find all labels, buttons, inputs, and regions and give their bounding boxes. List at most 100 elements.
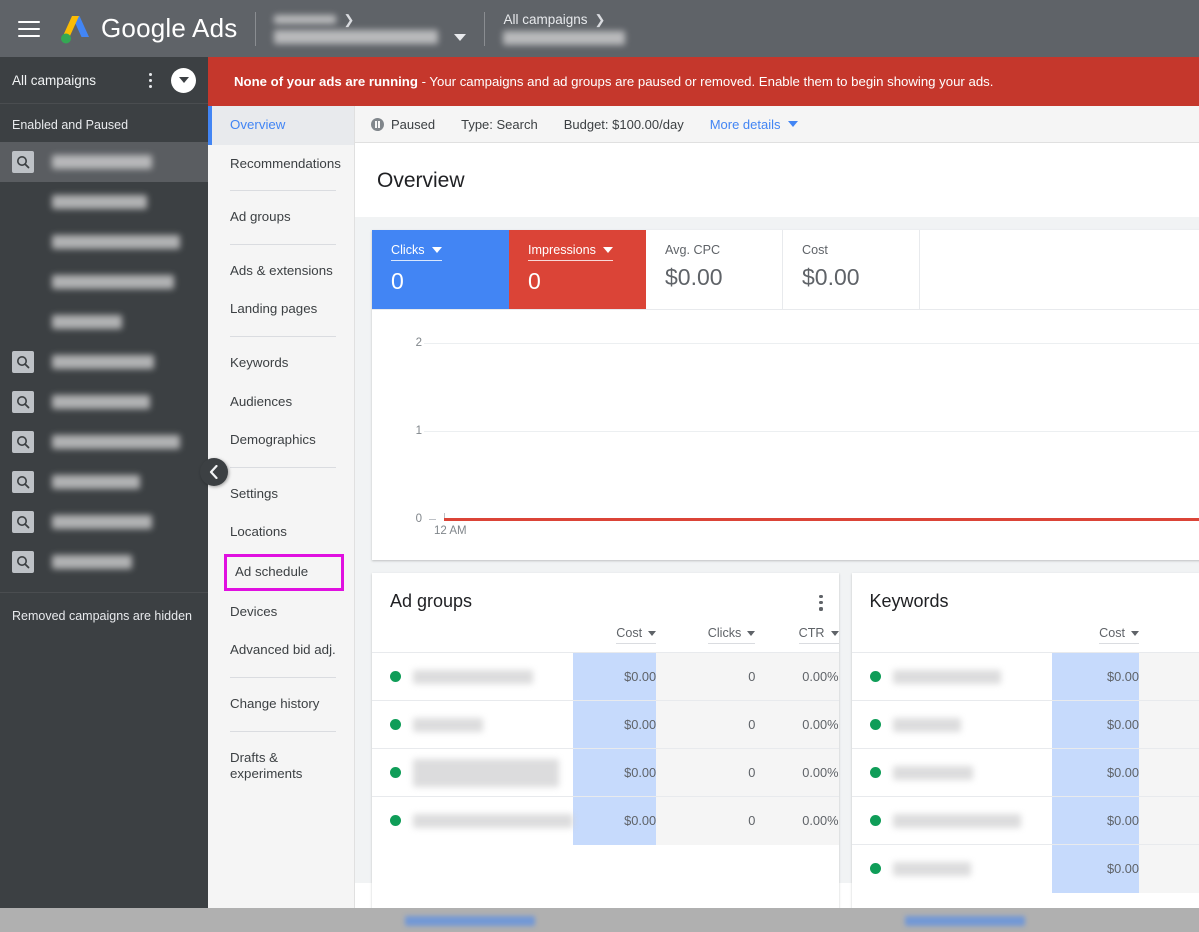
campaign-list-item[interactable]: ██ ██████████ xyxy=(0,542,208,582)
table-row[interactable]: ███████ █████████ ██████$0.0000.00% xyxy=(372,749,839,797)
removed-campaigns-note: Removed campaigns are hidden xyxy=(0,592,208,639)
nav-item-keywords[interactable]: Keywords xyxy=(208,344,354,383)
campaign-crumb-top-row[interactable]: All campaigns ❯ xyxy=(503,12,625,27)
header-divider-2 xyxy=(484,12,485,46)
search-campaign-icon xyxy=(12,471,34,493)
keyword-cost-cell: $0.00 xyxy=(1052,797,1140,845)
metric-card-cost[interactable]: Cost $0.00 xyxy=(783,230,920,309)
ad-group-clicks-cell: 0 xyxy=(656,653,755,701)
campaign-crumb-value-row[interactable]: ███, ██, █████████ xyxy=(503,31,625,45)
col-header-cost[interactable]: Cost xyxy=(1052,612,1140,653)
campaign-list-item[interactable]: ██████ █████████ ████ xyxy=(0,262,208,302)
table-row[interactable]: "██ ████████"$0.00 xyxy=(852,845,1199,893)
campaign-list-item-label: ██████ █████████ ████ xyxy=(52,275,174,289)
chevron-down-icon xyxy=(179,77,189,83)
metric-card-avg-cpc[interactable]: Avg. CPC$0.00 xyxy=(646,230,783,309)
table-row[interactable]: ███████ █████████ ████$0.0000.00% xyxy=(372,797,839,845)
campaign-panel-kebab-icon[interactable] xyxy=(141,73,159,88)
ad-group-clicks-cell: 0 xyxy=(656,797,755,845)
keyword-cost-cell: $0.00 xyxy=(1052,701,1140,749)
table-row[interactable]: ███████ ██ ██████$0.0000.00% xyxy=(372,653,839,701)
campaign-list-item[interactable]: ██████ ████████ xyxy=(0,462,208,502)
table-row[interactable]: "███████████ █████"$0.00 xyxy=(852,653,1199,701)
keywords-table-body: "███████████ █████"$0.00"██ ███████"$0.0… xyxy=(852,653,1199,893)
metric-chevron-down-icon[interactable] xyxy=(432,247,442,253)
campaign-type-label: Type: Search xyxy=(461,117,538,132)
nav-item-advanced-bid-adj[interactable]: Advanced bid adj. xyxy=(208,631,354,670)
nav-item-locations[interactable]: Locations xyxy=(208,513,354,552)
panel-collapse-handle[interactable] xyxy=(200,458,228,486)
metric-label[interactable]: Impressions xyxy=(528,243,613,261)
nav-item-ad-schedule[interactable]: Ad schedule xyxy=(224,554,344,591)
view-all-ad-groups-link[interactable] xyxy=(405,916,535,926)
campaign-nav-rail: OverviewRecommendations Ad groups Ads & ex… xyxy=(208,106,355,908)
status-dot-icon xyxy=(390,767,401,778)
account-chevron-down-icon[interactable] xyxy=(454,34,466,41)
account-current-row[interactable]: ████ █ ████ ███-███-████ xyxy=(274,30,466,44)
table-row[interactable]: ███████ ██$0.0000.00% xyxy=(372,701,839,749)
metric-label-text: Clicks xyxy=(391,243,425,257)
ad-group-cost-cell: $0.00 xyxy=(573,653,656,701)
metric-value: $0.00 xyxy=(802,264,919,291)
keywords-panel-title: Keywords xyxy=(870,591,1184,612)
hamburger-menu-icon[interactable] xyxy=(18,21,40,37)
ad-group-name-cell: ███████ ██ xyxy=(372,701,573,749)
nav-item-audiences[interactable]: Audiences xyxy=(208,383,354,422)
y-tick-1: 1 xyxy=(416,425,422,437)
nav-item-recommendations[interactable]: Recommendations xyxy=(208,145,354,184)
col-header-ctr[interactable]: CTR xyxy=(755,612,838,653)
table-row[interactable]: "██ ███████"$0.00 xyxy=(852,701,1199,749)
ad-group-ctr-cell: 0.00% xyxy=(755,797,838,845)
ad-group-name: ███████ ██ ██████ xyxy=(413,670,533,684)
overview-panels: Ad groups Cost Clicks CTR ███████ ██ ███… xyxy=(372,573,1199,908)
campaign-list-item[interactable]: ██████ █████████ xyxy=(0,502,208,542)
metric-card-impressions[interactable]: Impressions 0 xyxy=(509,230,646,309)
campaign-list-item-label: ██████ ██ ██████ xyxy=(52,195,147,209)
nav-item-landing-pages[interactable]: Landing pages xyxy=(208,290,354,329)
metric-label[interactable]: Clicks xyxy=(391,243,442,261)
nav-divider xyxy=(230,336,336,337)
metric-value: 0 xyxy=(528,268,646,295)
nav-item-ads-extensions[interactable]: Ads & extensions xyxy=(208,252,354,291)
nav-item-demographics[interactable]: Demographics xyxy=(208,421,354,460)
table-row[interactable]: "███████████ ███████"$0.00 xyxy=(852,797,1199,845)
campaign-list-item[interactable]: ██████ █████████ xyxy=(0,382,208,422)
account-parent-row[interactable]: ████ █ ███ ❯ xyxy=(274,13,466,26)
campaign-list-item[interactable]: ██, ██, ████████ xyxy=(0,142,208,182)
metric-chevron-down-icon[interactable] xyxy=(603,247,613,253)
search-campaign-icon xyxy=(12,431,34,453)
metric-card-clicks[interactable]: Clicks0 xyxy=(372,230,509,309)
alert-bold-text: None of your ads are running xyxy=(234,74,418,89)
keyword-cost-cell: $0.00 xyxy=(1052,749,1140,797)
nav-item-label: Locations xyxy=(230,524,287,539)
campaign-breadcrumb[interactable]: All campaigns ❯ ███, ██, █████████ xyxy=(503,12,625,45)
keyword-cost-cell: $0.00 xyxy=(1052,845,1140,893)
nav-item-overview[interactable]: Overview xyxy=(208,106,354,145)
main-content: Paused Type: Search Budget: $100.00/day … xyxy=(355,106,1199,908)
campaign-list-item[interactable]: ██████ █████████ ██████ xyxy=(0,222,208,262)
campaign-list-item[interactable]: █████ ████████ █ ██████ xyxy=(0,422,208,462)
account-parent-name: ████ █ ███ xyxy=(274,15,336,24)
metric-label: Cost xyxy=(802,243,828,257)
keyword-name-cell: "██ ███████" xyxy=(852,701,1052,749)
table-row[interactable]: "██ ███████"$0.00 xyxy=(852,749,1199,797)
campaign-list-item[interactable]: █████ ██████████ xyxy=(0,342,208,382)
nav-item-drafts-experiments[interactable]: Drafts & experiments xyxy=(208,739,354,794)
col-header-clicks[interactable]: Clicks xyxy=(656,612,755,653)
nav-item-devices[interactable]: Devices xyxy=(208,593,354,632)
campaign-list-item-label: █████ ████████ █ ██████ xyxy=(52,435,180,449)
nav-item-ad-groups[interactable]: Ad groups xyxy=(208,198,354,237)
nav-item-settings[interactable]: Settings xyxy=(208,475,354,514)
campaign-panel-expand-button[interactable] xyxy=(171,68,196,93)
table-header-row: Cost xyxy=(852,612,1199,653)
performance-chart: 2 1 0 12 AM xyxy=(372,310,1199,559)
campaign-list-item[interactable]: ██████ ██ xyxy=(0,302,208,342)
account-breadcrumb[interactable]: ████ █ ███ ❯ ████ █ ████ ███-███-████ xyxy=(274,13,466,44)
more-details-button[interactable]: More details xyxy=(710,117,798,132)
nav-item-change-history[interactable]: Change history xyxy=(208,685,354,724)
col-header-cost[interactable]: Cost xyxy=(573,612,656,653)
view-all-keywords-link[interactable] xyxy=(905,916,1025,926)
search-campaign-icon xyxy=(12,511,34,533)
campaign-list-item[interactable]: ██████ ██ ██████ xyxy=(0,182,208,222)
ad-groups-kebab-icon[interactable] xyxy=(819,591,822,611)
